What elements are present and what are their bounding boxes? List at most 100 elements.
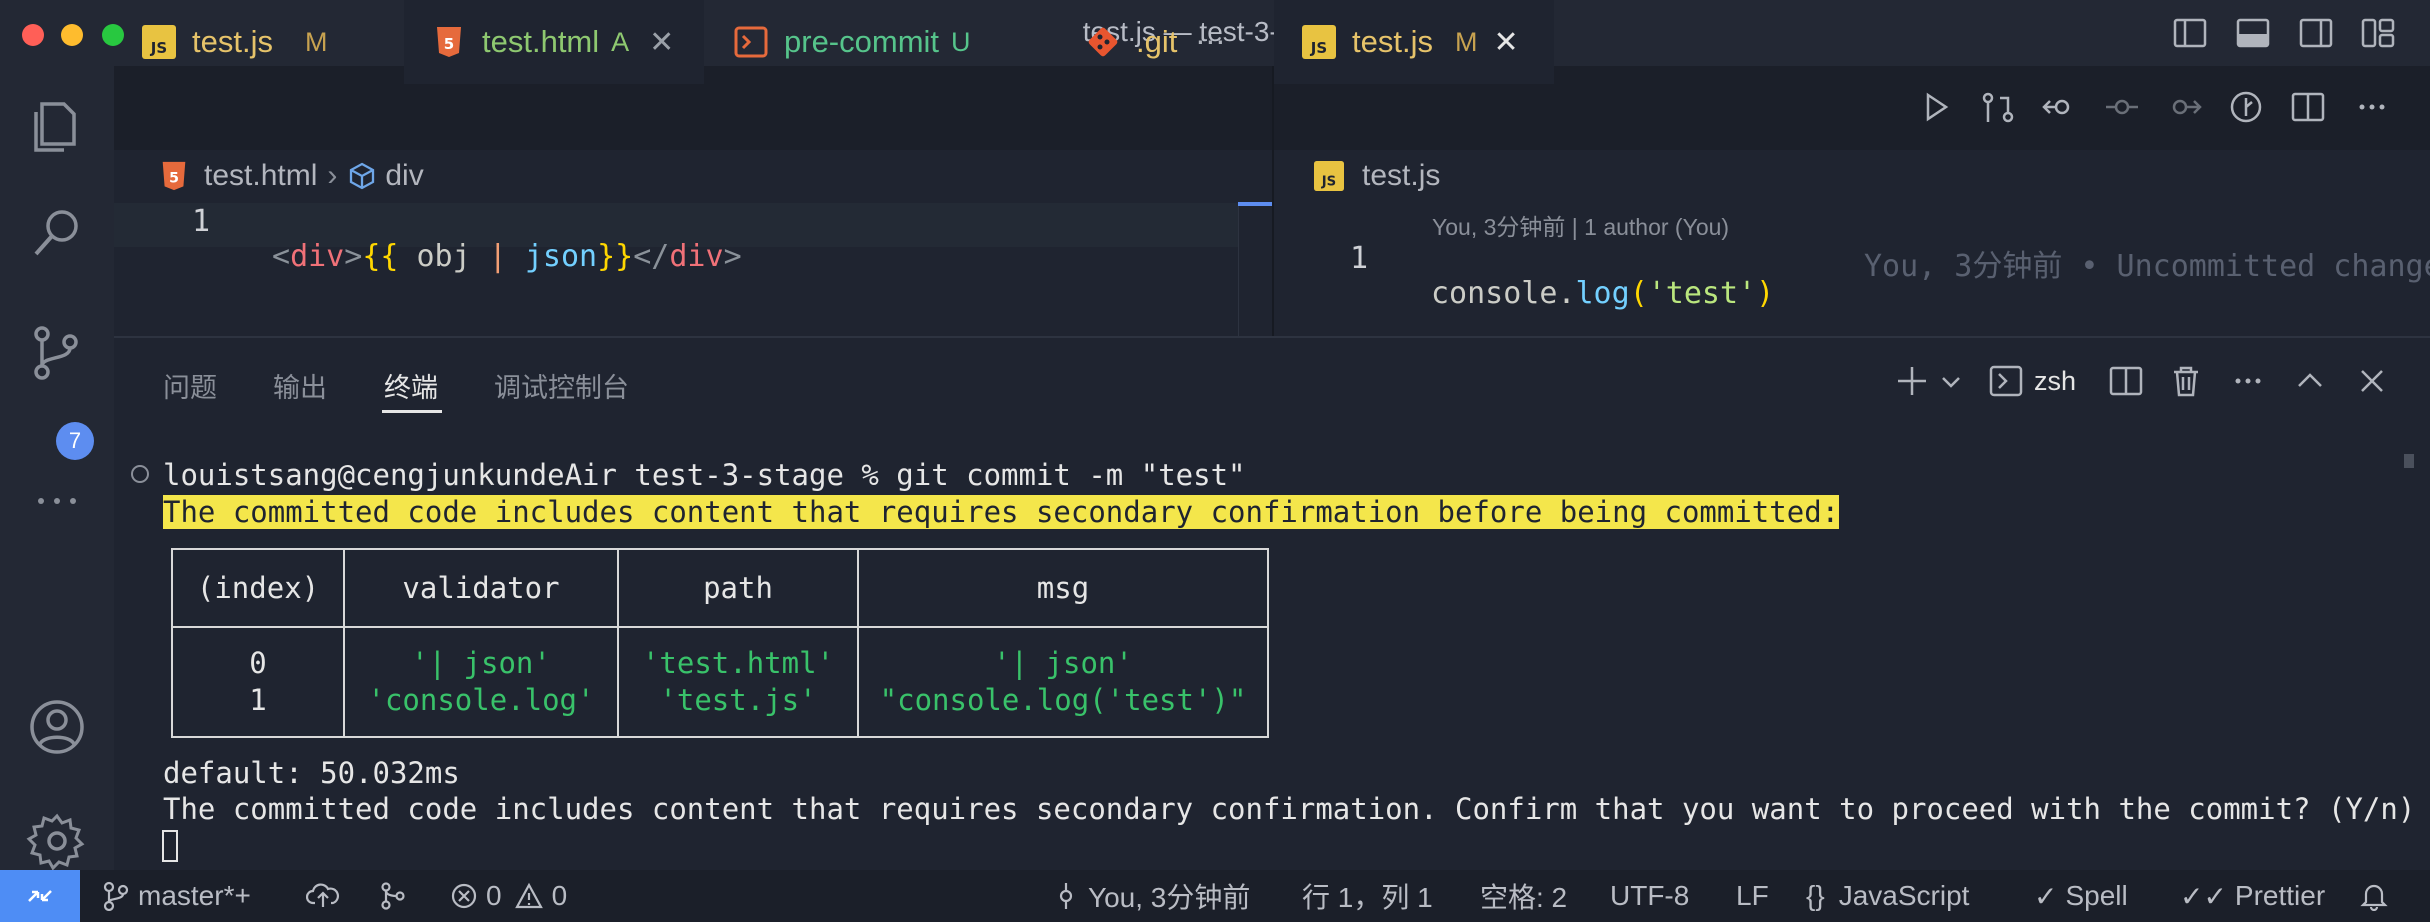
- codelens-authors[interactable]: You, 3分钟前 | 1 author (You): [1432, 208, 1729, 242]
- line-number: 1: [192, 204, 211, 239]
- minimap-slider[interactable]: [1238, 202, 1273, 336]
- split-editor-icon[interactable]: [2290, 90, 2326, 124]
- breadcrumb-right: JS test.js: [1314, 150, 1440, 202]
- more-actions-icon[interactable]: [2354, 90, 2390, 124]
- end-of-line[interactable]: LF: [1736, 870, 1769, 922]
- code-punct: >: [344, 239, 363, 274]
- tab-test-js-left[interactable]: JS test.js M: [114, 0, 402, 84]
- cell-value: 1: [249, 683, 267, 717]
- tab-label: pre-commit: [784, 24, 940, 59]
- toggle-secondary-sidebar-icon[interactable]: [2298, 16, 2334, 50]
- tab-git[interactable]: .git ⋯: [1058, 0, 1272, 84]
- git-history-icon[interactable]: [2228, 90, 2264, 124]
- terminal-shell-icon: [1989, 365, 2023, 397]
- code-string: 'test': [1647, 276, 1757, 311]
- git-graph-button[interactable]: [378, 870, 408, 922]
- double-check-icon: ✓✓: [2180, 880, 2227, 912]
- close-tab-icon[interactable]: ✕: [1493, 25, 1518, 60]
- tab-more-icon[interactable]: ⋯: [1195, 25, 1225, 60]
- js-file-icon: JS: [142, 25, 176, 59]
- validation-table: (index) validator path msg 01 '| json''c…: [171, 548, 1269, 738]
- tab-terminal[interactable]: 终端: [384, 366, 438, 405]
- git-commit-icon: [1059, 883, 1073, 909]
- terminal-file-icon: [734, 26, 768, 58]
- close-panel-icon[interactable]: [2354, 364, 2390, 398]
- language-label: JavaScript: [1838, 880, 1970, 911]
- source-control-icon[interactable]: [24, 320, 90, 386]
- remote-indicator[interactable]: [0, 870, 80, 922]
- terminal-scrollbar[interactable]: [2404, 454, 2414, 468]
- cell-value: 'test.js': [659, 683, 817, 717]
- bell-icon: [2360, 884, 2388, 911]
- panel-border: [114, 336, 2430, 338]
- chevron-down-icon[interactable]: [1940, 374, 1962, 390]
- customize-layout-icon[interactable]: [2360, 16, 2396, 50]
- git-branch[interactable]: master*+: [102, 870, 251, 922]
- new-terminal-plus-icon[interactable]: [1894, 364, 1930, 398]
- previous-change-icon[interactable]: [2042, 90, 2078, 124]
- check-icon: ✓: [2034, 880, 2058, 912]
- cell-value: 0: [249, 646, 267, 680]
- tab-pre-commit[interactable]: pre-commit U: [706, 0, 1056, 84]
- warning-icon: [514, 882, 543, 909]
- code-line-1[interactable]: console.log('test'): [1431, 241, 1774, 311]
- tab-label: test.js: [192, 24, 273, 59]
- toggle-panel-icon[interactable]: [2235, 16, 2271, 50]
- terminal-timing-line: default: 50.032ms: [163, 756, 460, 790]
- cell-value: '| json': [411, 646, 551, 680]
- more-views-icon[interactable]: [24, 468, 90, 534]
- close-tab-icon[interactable]: ✕: [649, 25, 674, 60]
- indentation[interactable]: 空格: 2: [1480, 870, 1567, 922]
- settings-gear-icon[interactable]: [24, 808, 90, 874]
- code-filter: json: [524, 239, 598, 274]
- spell-check[interactable]: ✓ Spell: [2034, 870, 2128, 922]
- tab-test-js-right[interactable]: JS test.js M ✕: [1274, 0, 1554, 84]
- table-header: validator: [343, 548, 619, 628]
- tab-problems[interactable]: 问题: [163, 366, 217, 405]
- table-header: (index): [171, 548, 345, 628]
- code-line-1[interactable]: <div>{{ obj | json}}</div>: [272, 204, 742, 274]
- encoding[interactable]: UTF-8: [1610, 870, 1689, 922]
- explorer-files-icon[interactable]: [24, 90, 90, 156]
- run-icon[interactable]: [1918, 90, 1954, 124]
- search-icon[interactable]: [24, 200, 90, 266]
- tab-debug-console[interactable]: 调试控制台: [494, 366, 629, 405]
- commit-icon[interactable]: [2104, 90, 2140, 124]
- notifications-button[interactable]: [2360, 870, 2388, 922]
- cursor-position[interactable]: 行 1，列 1: [1302, 870, 1433, 922]
- language-mode[interactable]: {} JavaScript: [1806, 870, 1969, 922]
- braces-icon: {}: [1806, 880, 1825, 911]
- split-terminal-icon[interactable]: [2108, 364, 2144, 398]
- next-change-icon[interactable]: [2166, 90, 2202, 124]
- breadcrumb-file[interactable]: test.html: [204, 159, 317, 193]
- code-tag: div: [290, 239, 345, 274]
- prettier-status[interactable]: ✓✓ Prettier: [2180, 870, 2325, 922]
- tab-modified-mark: M: [304, 26, 328, 57]
- panel-more-icon[interactable]: [2230, 364, 2266, 398]
- branch-name: master*+: [138, 880, 251, 911]
- cloud-upload-icon: [306, 883, 340, 907]
- terminal-shell-name[interactable]: zsh: [2034, 366, 2076, 397]
- tab-test-html[interactable]: 5 test.html A ✕: [404, 0, 704, 84]
- prettier-label: Prettier: [2234, 880, 2326, 911]
- accounts-icon[interactable]: [24, 694, 90, 760]
- tab-output[interactable]: 输出: [273, 366, 327, 405]
- open-changes-icon[interactable]: [1980, 90, 2016, 124]
- maximize-panel-chevron-up-icon[interactable]: [2292, 364, 2328, 398]
- sync-button[interactable]: [306, 870, 340, 922]
- code-text: obj: [398, 239, 489, 274]
- breadcrumb-symbol[interactable]: div: [385, 159, 423, 193]
- problems-indicator[interactable]: 0 0: [450, 870, 567, 922]
- breadcrumb-file[interactable]: test.js: [1362, 159, 1440, 193]
- html-file-icon: 5: [437, 27, 461, 57]
- table-header-row: (index) validator path msg: [171, 548, 1269, 628]
- editor-group-divider: [1272, 66, 1274, 336]
- code-paren: ): [1756, 276, 1775, 311]
- table-header: msg: [857, 548, 1269, 628]
- toggle-primary-sidebar-icon[interactable]: [2172, 16, 2208, 50]
- tab-added-mark: A: [611, 26, 630, 57]
- kill-terminal-trash-icon[interactable]: [2168, 364, 2204, 398]
- git-blame-status[interactable]: You, 3分钟前: [1054, 870, 1250, 922]
- code-pipe: |: [488, 239, 507, 274]
